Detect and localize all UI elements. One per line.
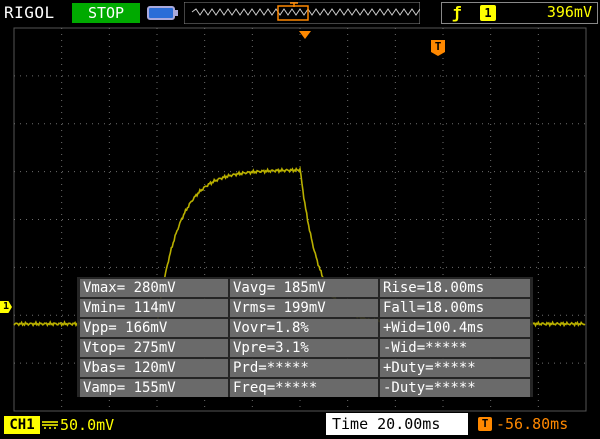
measurement-cell: Vbas= 120mV (80, 359, 228, 377)
trigger-offset-icon: T (478, 417, 492, 431)
measurement-panel: Vmax= 280mV Vavg= 185mV Rise=18.00ms Vmin= … (77, 277, 533, 397)
trigger-offset-value[interactable]: -56.80ms (496, 413, 568, 435)
measurement-cell: Vamp= 155mV (80, 379, 228, 397)
measurement-cell: Fall=18.00ms (380, 299, 530, 317)
measurement-cell: Vmin= 114mV (80, 299, 228, 317)
ch1-tag[interactable]: CH1 (4, 416, 40, 434)
measurement-cell: Rise=18.00ms (380, 279, 530, 297)
measurement-cell: Prd=***** (230, 359, 378, 377)
measurement-cell: Vpre=3.1% (230, 339, 378, 357)
measurement-cell: -Wid=***** (380, 339, 530, 357)
measurement-cell: Vrms= 199mV (230, 299, 378, 317)
measurement-cell: +Duty=***** (380, 359, 530, 377)
measurement-cell: Vmax= 280mV (80, 279, 228, 297)
measurement-cell: Vavg= 185mV (230, 279, 378, 297)
measurement-cell: Vtop= 275mV (80, 339, 228, 357)
measurement-cell: -Duty=***** (380, 379, 530, 397)
measurement-cell: +Wid=100.4ms (380, 319, 530, 337)
measurement-cell: Freq=***** (230, 379, 378, 397)
measurement-cell: Vovr=1.8% (230, 319, 378, 337)
ground-coupling-icon (42, 421, 58, 429)
measurement-cell: Vpp= 166mV (80, 319, 228, 337)
ch1-vertical-scale[interactable]: 50.0mV (60, 416, 114, 434)
timebase-readout[interactable]: Time 20.00ms (326, 413, 468, 435)
